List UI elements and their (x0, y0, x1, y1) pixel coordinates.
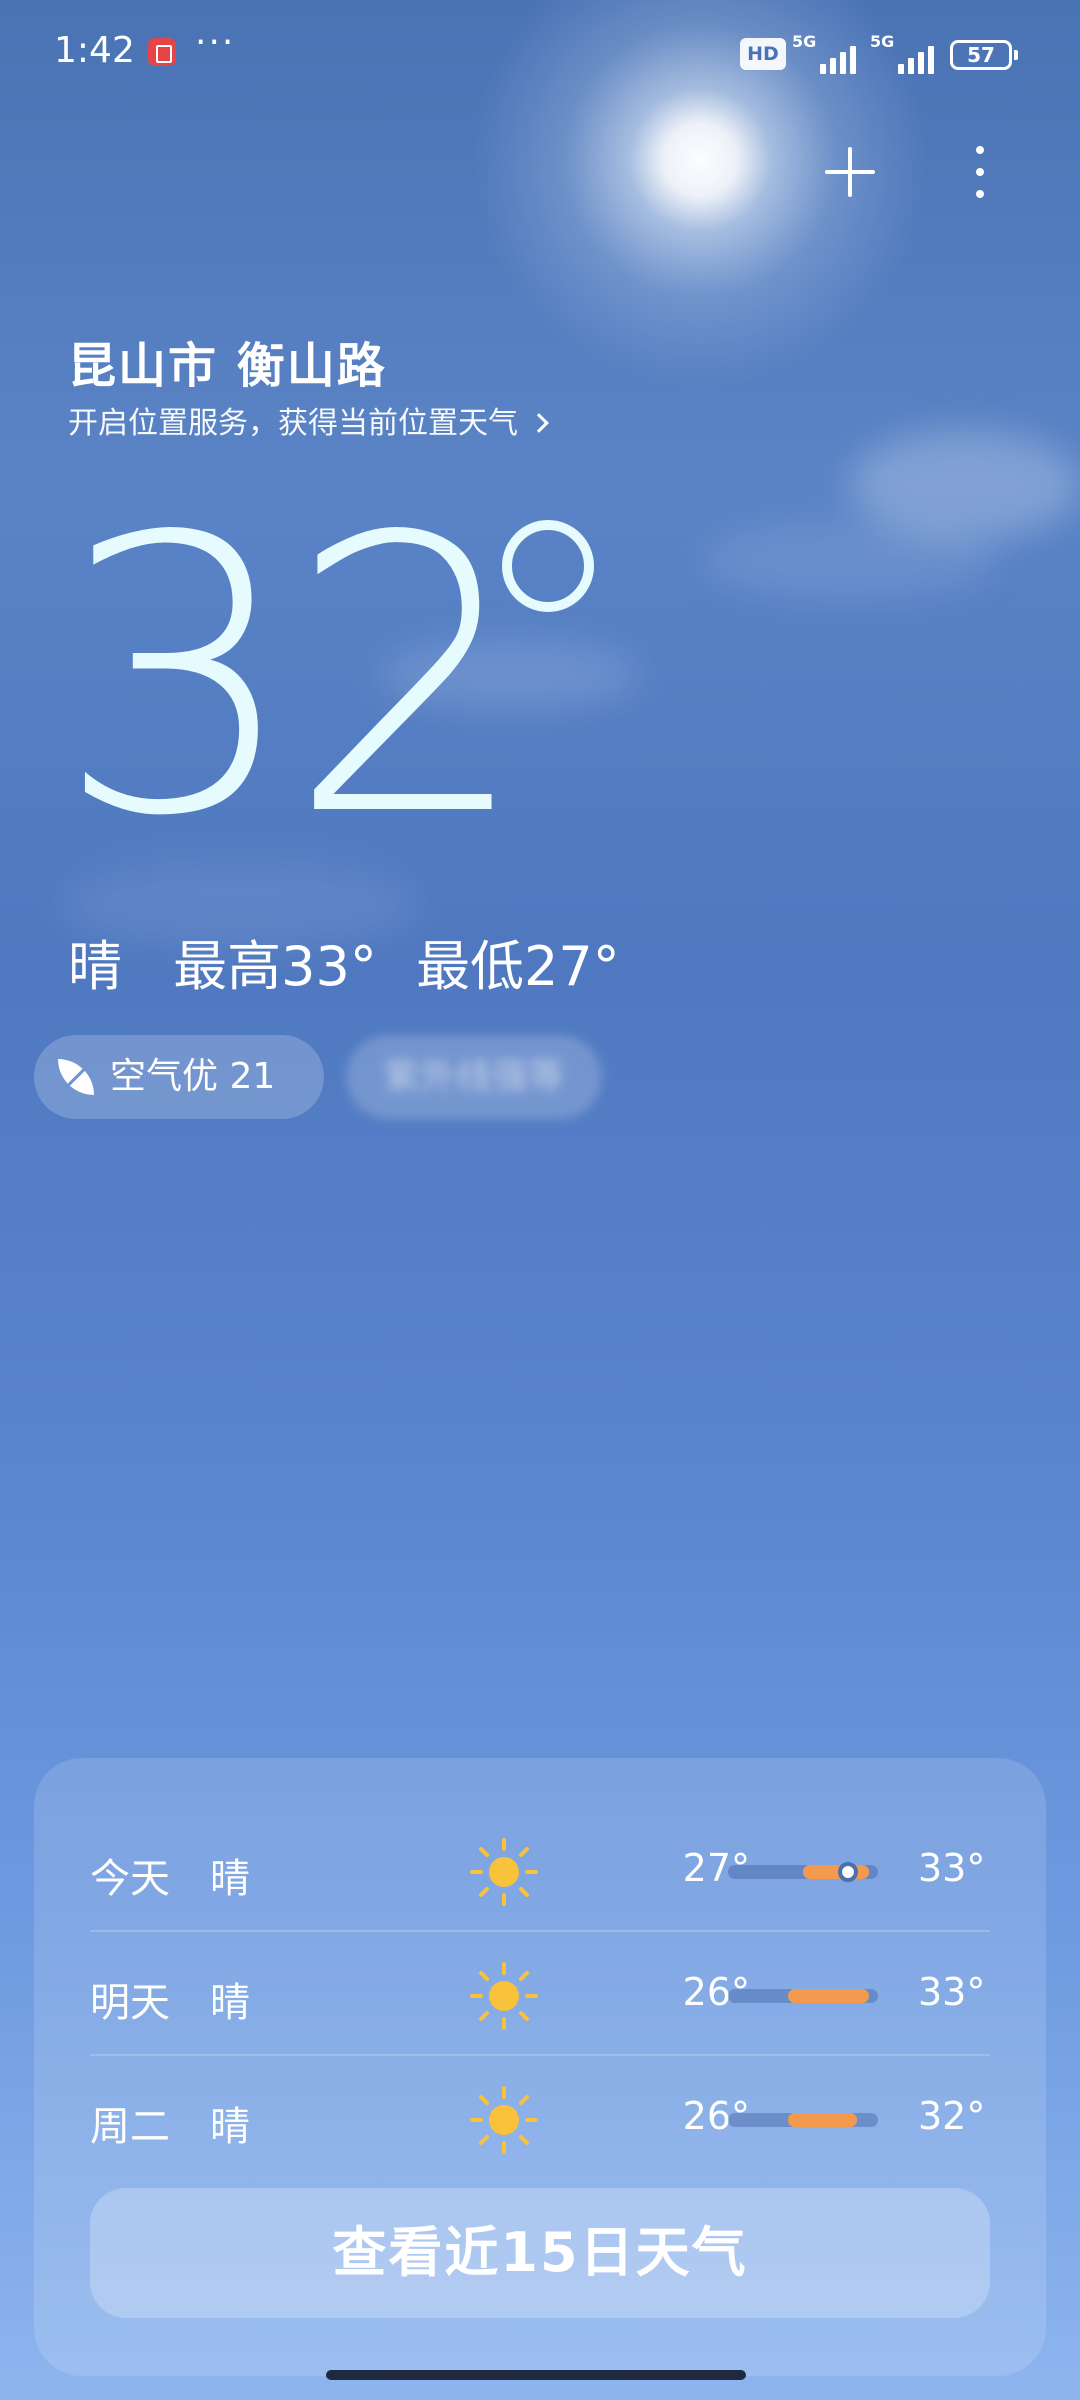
chevron-right-icon (529, 413, 549, 433)
today-high: 最高33° (173, 935, 377, 998)
weather-info-label: 紫外线强等 (383, 1056, 564, 1097)
forecast-card: 今天 晴 27° 33° 明天 晴 26° 33° 周二 晴 26° 32° 查… (34, 1758, 1046, 2376)
temp-range-bar (728, 1862, 878, 1882)
sun-icon (470, 1838, 538, 1906)
forecast-high: 33° (918, 1846, 986, 1890)
temp-range-fill (788, 2113, 857, 2127)
weather-info-chip[interactable]: 紫外线强等 (346, 1035, 602, 1119)
location-service-text: 开启位置服务，获得当前位置天气 (68, 406, 518, 441)
hd-badge: HD (740, 38, 786, 70)
forecast-condition: 晴 (210, 2104, 250, 2150)
temp-range-fill (788, 1989, 869, 2003)
status-bar: 1:42 ··· HD 5G 5G 57 (0, 0, 1080, 100)
signal-1-icon: 5G (792, 30, 862, 74)
status-time: 1:42 (54, 30, 135, 71)
current-temp-marker (838, 1862, 858, 1882)
forecast-row-tomorrow[interactable]: 明天 晴 26° 33° (34, 1932, 1046, 2056)
more-notifications-icon: ··· (195, 22, 236, 63)
battery-icon: 57 (950, 40, 1018, 70)
forecast-row-day3[interactable]: 周二 晴 26° 32° (34, 2056, 1046, 2180)
sun-icon (470, 2086, 538, 2154)
location-title: 昆山市 衡山路 (68, 338, 387, 394)
signal-2-icon: 5G (870, 30, 940, 74)
temp-range-fill (803, 1865, 869, 1879)
location-service-link[interactable]: 开启位置服务，获得当前位置天气 (68, 398, 549, 442)
app-notification-icon (148, 38, 176, 66)
current-temperature: 32 (56, 456, 530, 899)
sun-icon (470, 1962, 538, 2030)
forecast-high: 33° (918, 1970, 986, 2014)
cloud (700, 520, 1000, 600)
forecast-day: 今天 (90, 1856, 170, 1902)
forecast-condition: 晴 (210, 1980, 250, 2026)
air-quality-chip[interactable]: 空气优 21 (34, 1035, 324, 1119)
degree-symbol (502, 520, 594, 612)
weather-summary: 晴 最高33° 最低27° (68, 922, 654, 1001)
forecast-day: 周二 (90, 2104, 170, 2150)
forecast-high: 32° (918, 2094, 986, 2138)
forecast-day: 明天 (90, 1980, 170, 2026)
today-low: 最低27° (416, 935, 620, 998)
add-city-button[interactable] (820, 142, 880, 202)
more-menu-button[interactable] (960, 142, 1000, 202)
leaf-icon (58, 1059, 94, 1095)
view-15-day-button[interactable]: 查看近15日天气 (90, 2188, 990, 2318)
home-indicator[interactable] (326, 2370, 746, 2380)
temp-range-bar (728, 1989, 878, 2003)
air-quality-label: 空气优 21 (110, 1056, 276, 1097)
temp-range-bar (728, 2113, 878, 2127)
forecast-condition: 晴 (210, 1856, 250, 1902)
current-condition: 晴 (68, 935, 122, 998)
forecast-row-today[interactable]: 今天 晴 27° 33° (34, 1808, 1046, 1932)
